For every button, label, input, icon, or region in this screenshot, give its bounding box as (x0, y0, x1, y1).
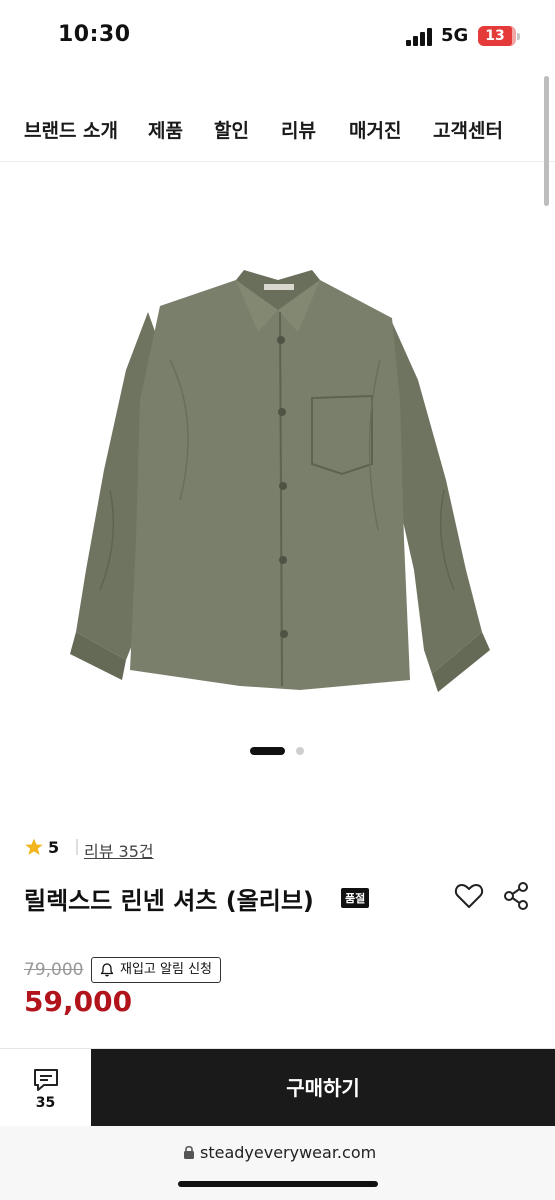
status-time: 10:30 (58, 22, 131, 47)
nav-item-support[interactable]: 고객센터 (433, 116, 503, 143)
browser-url-bar[interactable]: steadyeverywear.com (0, 1126, 555, 1200)
nav-item-review[interactable]: 리뷰 (281, 116, 316, 143)
buy-button[interactable]: 구매하기 (91, 1049, 555, 1127)
sale-price: 59,000 (24, 985, 133, 1018)
bottom-action-bar: 35 구매하기 (0, 1048, 555, 1127)
top-nav: 브랜드 소개 제품 할인 리뷰 매거진 고객센터 (0, 100, 555, 162)
heart-icon[interactable] (453, 880, 485, 912)
carousel-dot-active[interactable] (250, 747, 285, 755)
status-bar: 10:30 5G 13 (0, 0, 555, 72)
url-text: steadyeverywear.com (200, 1143, 377, 1162)
signal-icon (406, 28, 434, 46)
comment-count: 35 (35, 1095, 56, 1111)
network-label: 5G (441, 25, 469, 46)
product-image[interactable] (0, 240, 555, 700)
lock-icon (184, 1145, 194, 1159)
nav-item-brand[interactable]: 브랜드 소개 (24, 116, 118, 143)
bell-icon (100, 963, 114, 977)
share-icon[interactable] (502, 880, 530, 912)
product-title: 릴렉스드 린넨 셔츠 (올리브) (24, 887, 314, 915)
battery-icon: 13 (478, 26, 520, 46)
rating-value: 5 (48, 838, 60, 857)
star-icon (25, 838, 43, 855)
review-count-link[interactable]: 리뷰 35건 (84, 838, 154, 862)
nav-item-magazine[interactable]: 매거진 (349, 116, 401, 143)
title-row: 릴렉스드 린넨 셔츠 (올리브) 품절 (24, 878, 544, 918)
comment-button[interactable]: 35 (0, 1049, 91, 1127)
nav-item-products[interactable]: 제품 (148, 116, 183, 143)
rating-row: 5 | 리뷰 35건 (24, 836, 324, 862)
restock-alert-label: 재입고 알림 신청 (120, 962, 212, 977)
battery-level: 13 (478, 26, 512, 46)
original-price: 79,000 (24, 960, 84, 980)
nav-item-sale[interactable]: 할인 (214, 116, 249, 143)
soldout-badge: 품절 (341, 888, 370, 908)
comment-icon (34, 1069, 58, 1091)
shirt-illustration (70, 270, 490, 692)
home-indicator (178, 1181, 378, 1187)
restock-alert-button[interactable]: 재입고 알림 신청 (91, 957, 221, 983)
carousel-dot[interactable] (296, 747, 304, 755)
scrollbar[interactable] (544, 76, 549, 206)
rating-separator: | (74, 836, 80, 855)
